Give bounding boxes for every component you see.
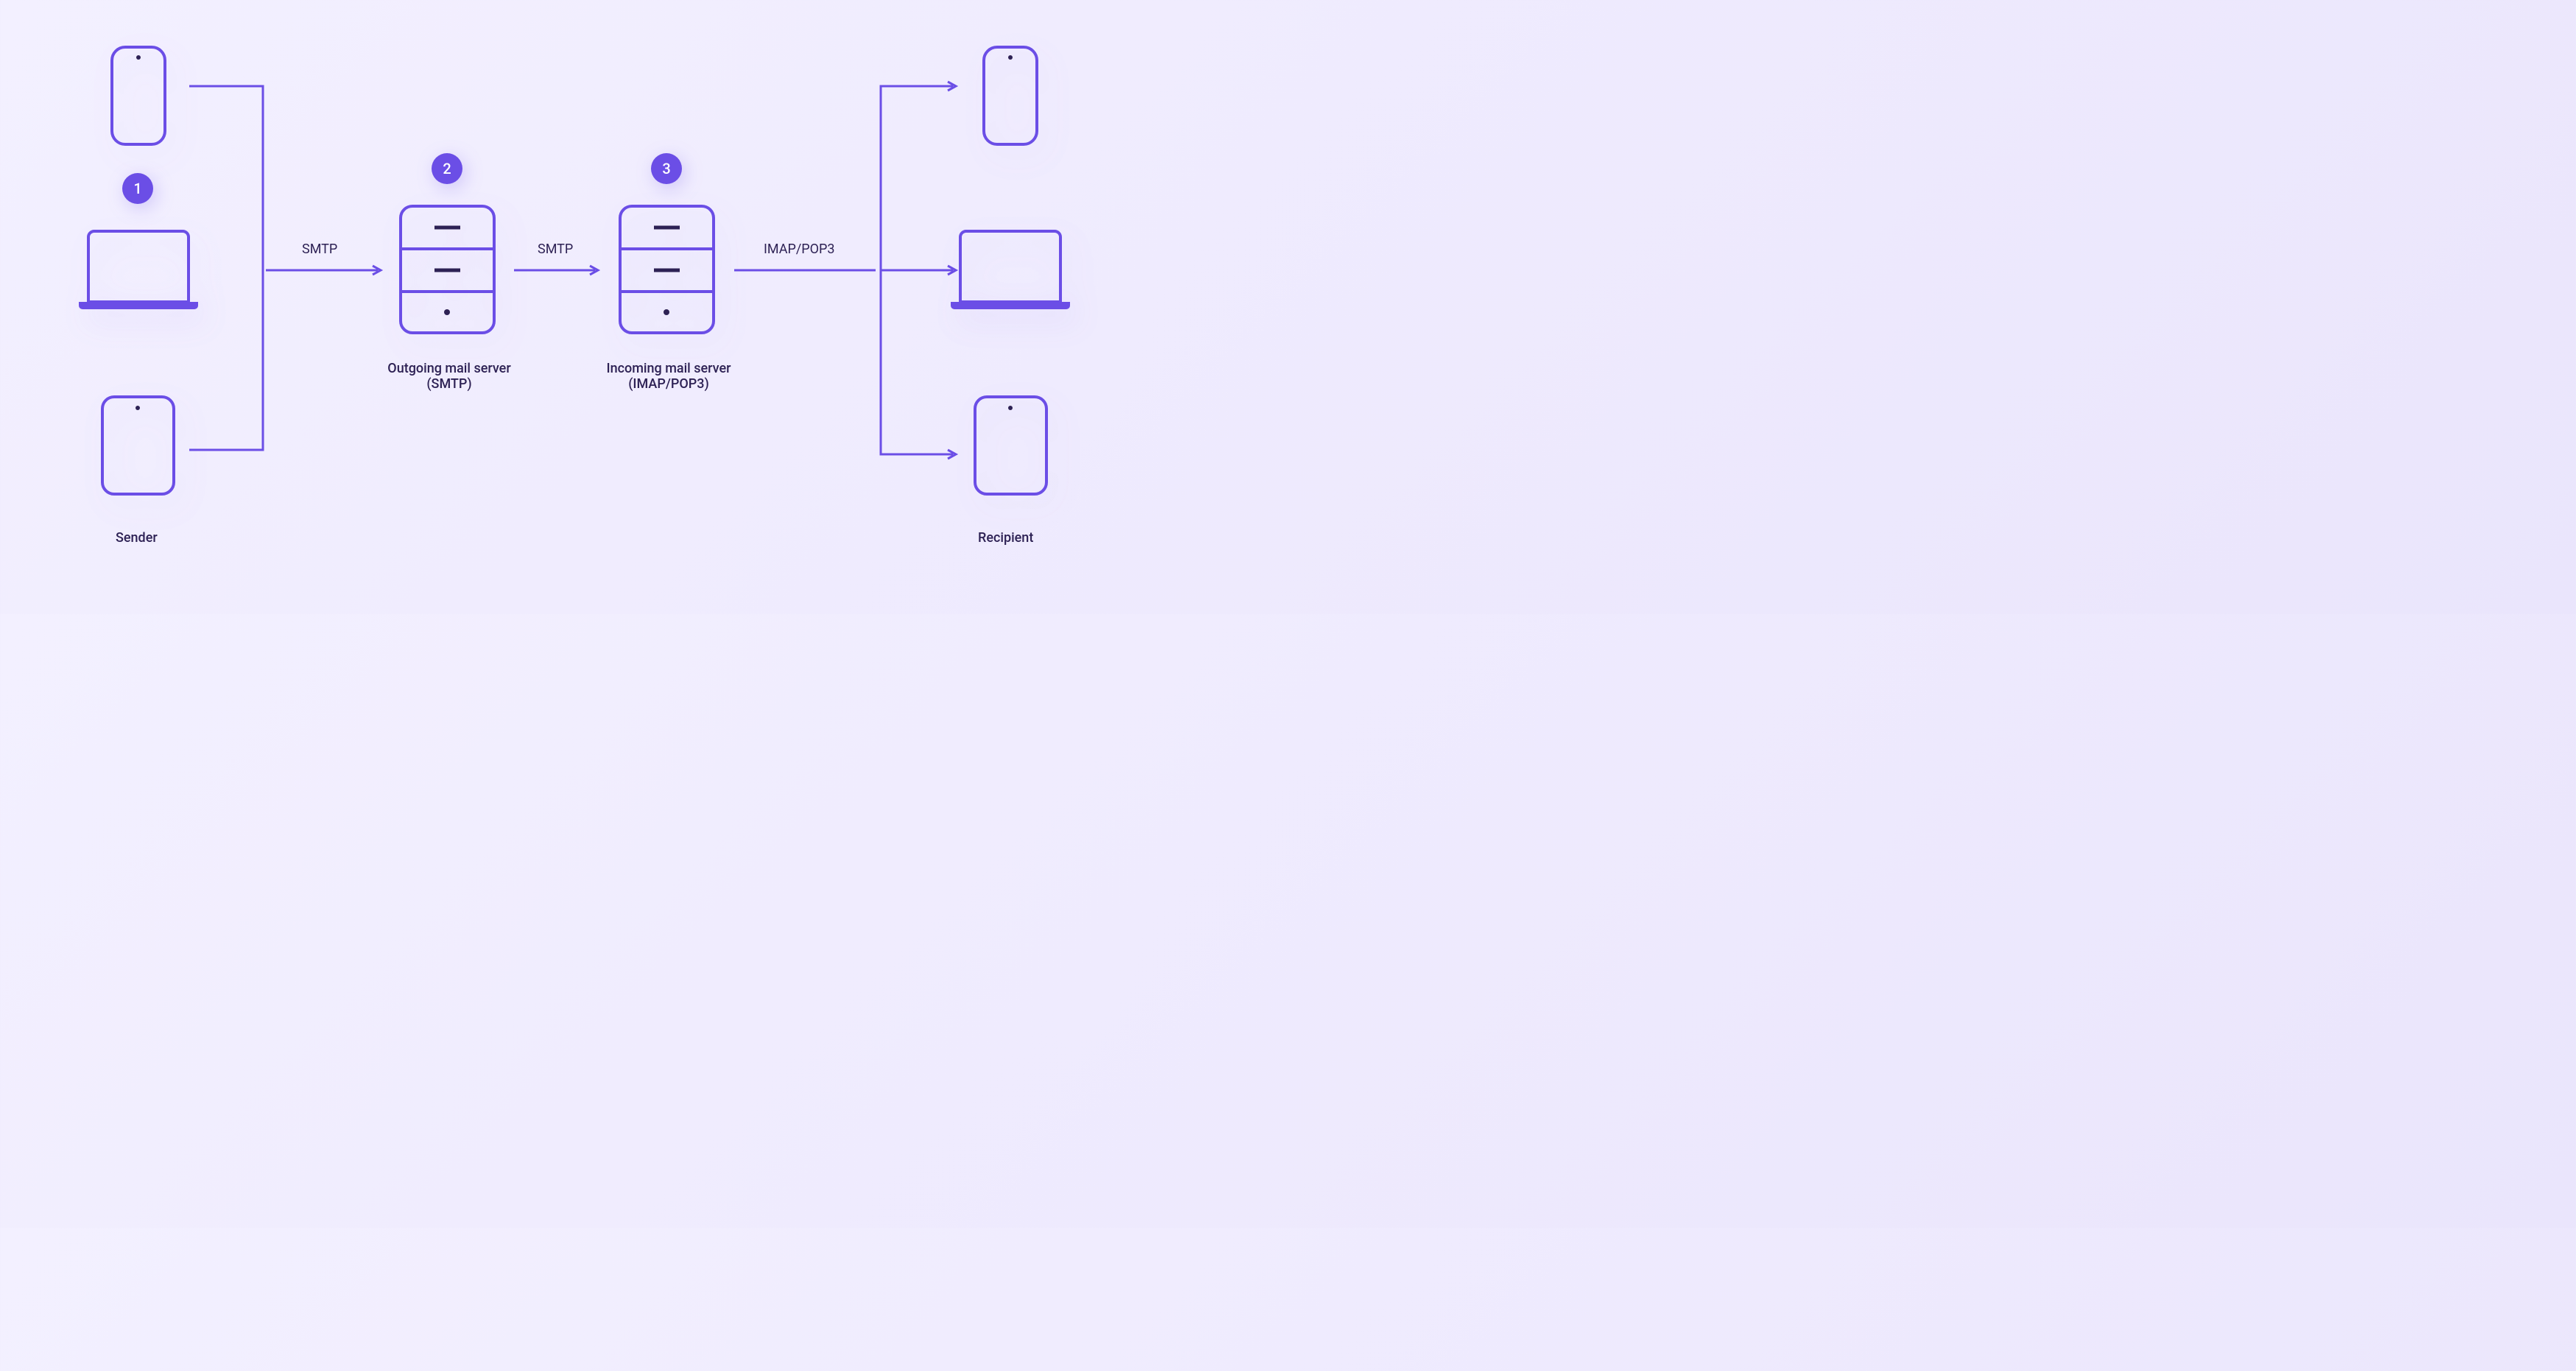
incoming-server-label: Incoming mail server (IMAP/POP3): [599, 361, 739, 392]
recipient-laptop-icon: [948, 228, 1073, 313]
incoming-server-badge: 3: [651, 153, 682, 184]
recipient-label: Recipient: [978, 530, 1033, 546]
email-flow-diagram: 1 Sender SMTP 2: [0, 0, 1155, 614]
arrow-incoming-to-recipient: [734, 264, 881, 276]
outgoing-server-badge: 2: [432, 153, 462, 184]
sender-label: Sender: [116, 530, 158, 546]
outgoing-server-label: Outgoing mail server (SMTP): [379, 361, 519, 392]
outgoing-server-icon: [398, 203, 497, 336]
sender-tablet-icon: [99, 394, 177, 497]
arrow-sender-to-outgoing: [266, 264, 384, 276]
sender-laptop-icon: [76, 228, 201, 313]
sender-phone-icon: [109, 44, 168, 147]
badge-number: 1: [133, 180, 141, 197]
sender-badge: 1: [122, 173, 153, 204]
protocol-label-2: SMTP: [538, 242, 573, 257]
recipient-tablet-icon: [972, 394, 1049, 497]
protocol-label-3: IMAP/POP3: [764, 242, 835, 257]
badge-number: 3: [662, 160, 670, 177]
badge-number: 2: [443, 160, 451, 177]
recipient-phone-icon: [981, 44, 1040, 147]
arrow-outgoing-to-incoming: [514, 264, 601, 276]
sender-bracket: [188, 85, 265, 451]
incoming-server-icon: [617, 203, 717, 336]
protocol-label-1: SMTP: [302, 242, 337, 257]
